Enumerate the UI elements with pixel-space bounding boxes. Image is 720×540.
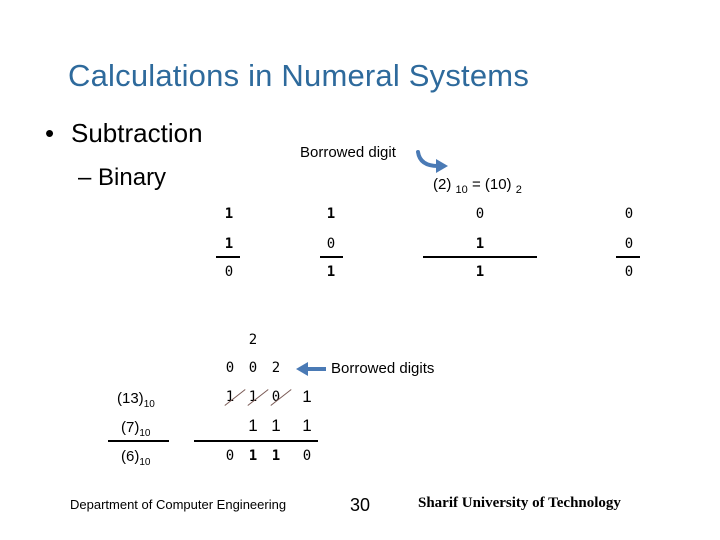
curved-arrow-icon (416, 150, 448, 173)
col1-result: 0 (224, 264, 234, 280)
result-digit-4: 0 (302, 448, 312, 464)
col2-subtrahend: 0 (326, 236, 336, 252)
subtrahend-value: (7) (121, 419, 140, 436)
borrow-digit-3: 2 (271, 360, 281, 376)
subtrahend-decimal: (7)10 (121, 419, 150, 439)
col4-result: 0 (624, 264, 634, 280)
base-equation: (2) 10 = (10) 2 (433, 176, 522, 196)
eq-equals: = (471, 176, 481, 193)
col4-minuend: 0 (624, 206, 634, 222)
col2-result: 1 (326, 264, 336, 280)
sub-bullet-text: Binary (98, 164, 167, 191)
col2-minuend: 1 (326, 206, 336, 222)
slide-title: Calculations in Numeral Systems (68, 58, 530, 93)
col1-line (216, 256, 240, 258)
col4-subtrahend: 0 (624, 236, 634, 252)
borrow-digit-2: 0 (248, 360, 258, 376)
sub-bullet-marker: – (78, 164, 92, 191)
col3-line (423, 256, 537, 258)
bullet-marker: • (45, 118, 55, 148)
minuend-value: (13) (117, 390, 144, 407)
footer-department: Department of Computer Engineering (70, 497, 287, 512)
col2-line (320, 256, 343, 258)
bullet-subtraction: • Subtraction (45, 118, 203, 149)
subtrahend-digit-2: 1 (271, 416, 281, 435)
decimal-line (108, 440, 169, 442)
result-value: (6) (121, 448, 140, 465)
minuend-digit-3: 0 (266, 389, 292, 406)
eq-left: (2) (433, 176, 452, 193)
eq-right-base: 2 (515, 184, 522, 196)
bullet-binary: – Binary (78, 164, 166, 192)
col3-subtrahend: 1 (475, 236, 485, 252)
result-base: 10 (139, 457, 151, 468)
subtrahend-base: 10 (139, 428, 151, 439)
left-arrow-icon (296, 362, 326, 376)
col4-line (616, 256, 640, 258)
eq-left-base: 10 (455, 184, 468, 196)
minuend-digit-1: 1 (220, 389, 246, 406)
col1-subtrahend: 1 (224, 236, 234, 252)
bullet-text: Subtraction (71, 118, 203, 148)
col3-minuend: 0 (475, 206, 485, 222)
minuend-decimal: (13)10 (117, 390, 155, 410)
subtrahend-digit-1: 1 (248, 416, 258, 435)
result-decimal: (6)10 (121, 448, 150, 468)
col1-minuend: 1 (224, 206, 234, 222)
col3-result: 1 (475, 264, 485, 280)
eq-right: (10) (484, 176, 512, 193)
result-digit-3: 1 (271, 448, 281, 464)
result-digit-1: 0 (225, 448, 235, 464)
borrowed-digits-label: Borrowed digits (331, 360, 435, 377)
borrowed-digit-label: Borrowed digit (300, 144, 396, 161)
footer-university: Sharif University of Technology (418, 495, 621, 511)
page-number: 30 (350, 495, 371, 515)
borrow-digit-1: 0 (225, 360, 235, 376)
minuend-base: 10 (143, 399, 155, 410)
subtrahend-digit-3: 1 (302, 416, 312, 435)
minuend-digit-4: 1 (302, 387, 312, 406)
minuend-digit-2: 1 (243, 389, 269, 406)
top-borrow-digit: 2 (248, 332, 258, 348)
binary-line (194, 440, 318, 442)
result-digit-2: 1 (248, 448, 258, 464)
